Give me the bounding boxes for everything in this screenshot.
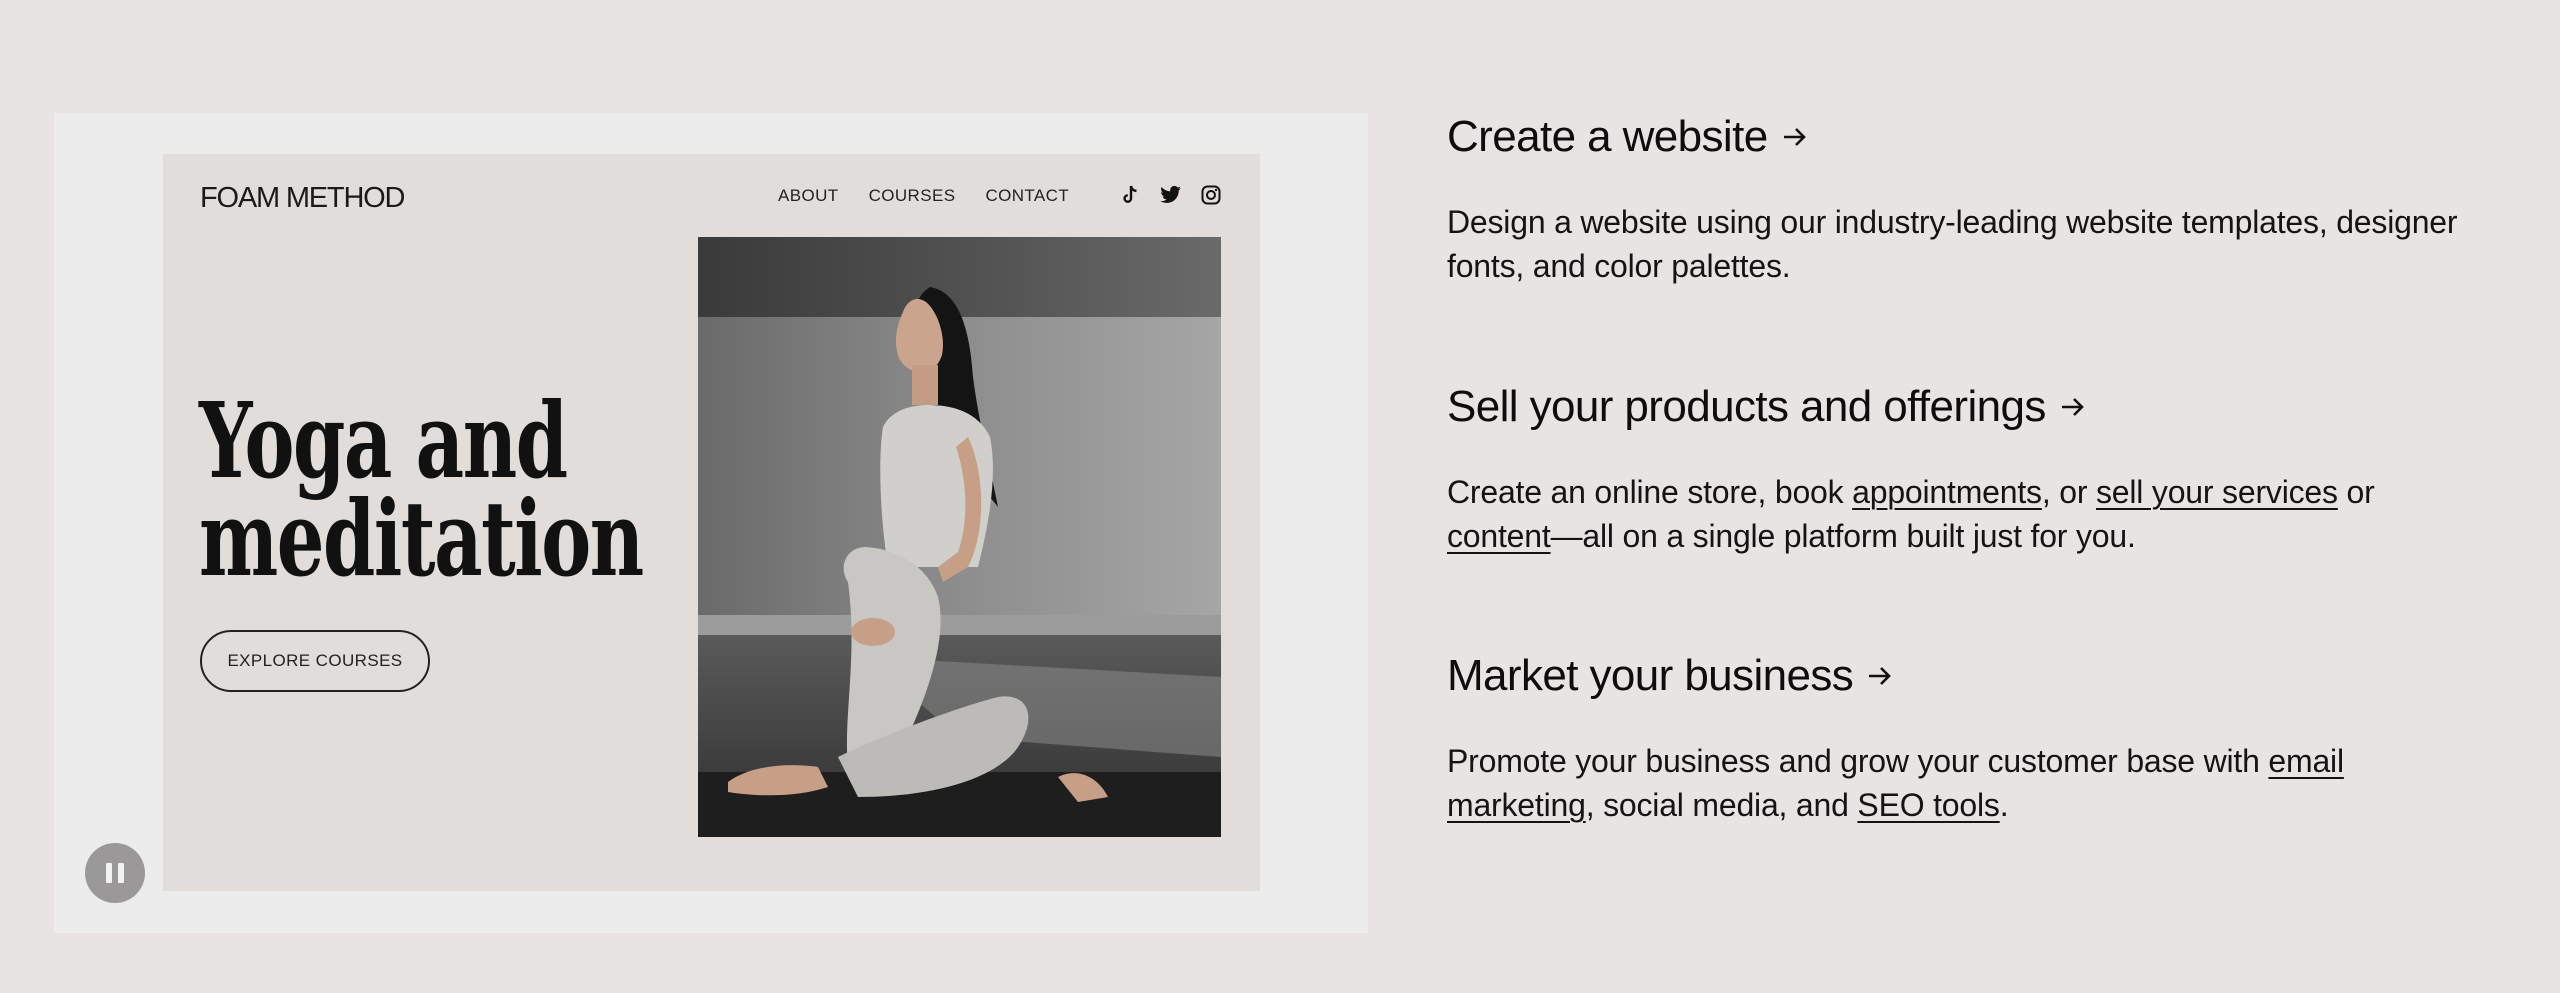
website-preview: FOAM METHOD ABOUT COURSES CONTACT Yoga a…	[163, 154, 1260, 891]
body-text: —all on a single platform built just for…	[1550, 518, 2136, 554]
feature-market-business: Market your business Promote your busine…	[1447, 651, 2477, 827]
feature-title-create-website[interactable]: Create a website	[1447, 112, 2477, 162]
tiktok-icon[interactable]	[1118, 182, 1144, 208]
body-text: , social media, and	[1585, 787, 1858, 823]
arrow-right-icon	[2060, 396, 2086, 418]
arrow-right-icon	[1867, 665, 1893, 687]
feature-body-create-website: Design a website using our industry-lead…	[1447, 204, 2458, 284]
content-link[interactable]: content	[1447, 518, 1551, 554]
feature-title-text: Create a website	[1447, 112, 1768, 161]
preview-nav: ABOUT COURSES CONTACT	[778, 186, 1069, 206]
feature-title-text: Sell your products and offerings	[1447, 382, 2046, 431]
sell-your-services-link[interactable]: sell your services	[2096, 474, 2338, 510]
twitter-icon[interactable]	[1158, 182, 1184, 208]
body-text: .	[1999, 787, 2009, 823]
feature-title-market-business[interactable]: Market your business	[1447, 651, 2477, 701]
arrow-right-icon	[1782, 126, 1808, 148]
explore-courses-button[interactable]: EXPLORE COURSES	[200, 630, 430, 692]
preview-nav-contact[interactable]: CONTACT	[985, 186, 1069, 206]
hero-title-line-2: meditation	[199, 477, 644, 600]
preview-nav-about[interactable]: ABOUT	[778, 186, 839, 206]
feature-title-sell-products[interactable]: Sell your products and offerings	[1447, 382, 2477, 432]
appointments-link[interactable]: appointments	[1852, 474, 2042, 510]
feature-create-website: Create a website Design a website using …	[1447, 112, 2477, 288]
preview-nav-courses[interactable]: COURSES	[869, 186, 956, 206]
preview-brand-logo: FOAM METHOD	[200, 182, 405, 214]
hero-title-line-1: Yoga and	[199, 379, 568, 502]
body-text: Create an online store, book	[1447, 474, 1853, 510]
body-text: or	[2337, 474, 2375, 510]
feature-title-text: Market your business	[1447, 651, 1854, 700]
body-text: Promote your business and grow your cust…	[1447, 743, 2269, 779]
instagram-icon[interactable]	[1198, 182, 1224, 208]
seo-tools-link[interactable]: SEO tools	[1857, 787, 1999, 823]
yoga-photo	[698, 237, 1221, 837]
pause-button[interactable]	[85, 843, 145, 903]
body-text: , or	[2041, 474, 2096, 510]
feature-body-market-business: Promote your business and grow your cust…	[1447, 739, 2477, 827]
preview-hero-title: Yoga and meditation	[199, 379, 644, 600]
feature-body-sell-products: Create an online store, book appointment…	[1447, 470, 2477, 558]
feature-sell-products: Sell your products and offerings Create …	[1447, 382, 2477, 558]
preview-social-links	[1118, 182, 1224, 208]
pause-icon	[103, 863, 127, 883]
